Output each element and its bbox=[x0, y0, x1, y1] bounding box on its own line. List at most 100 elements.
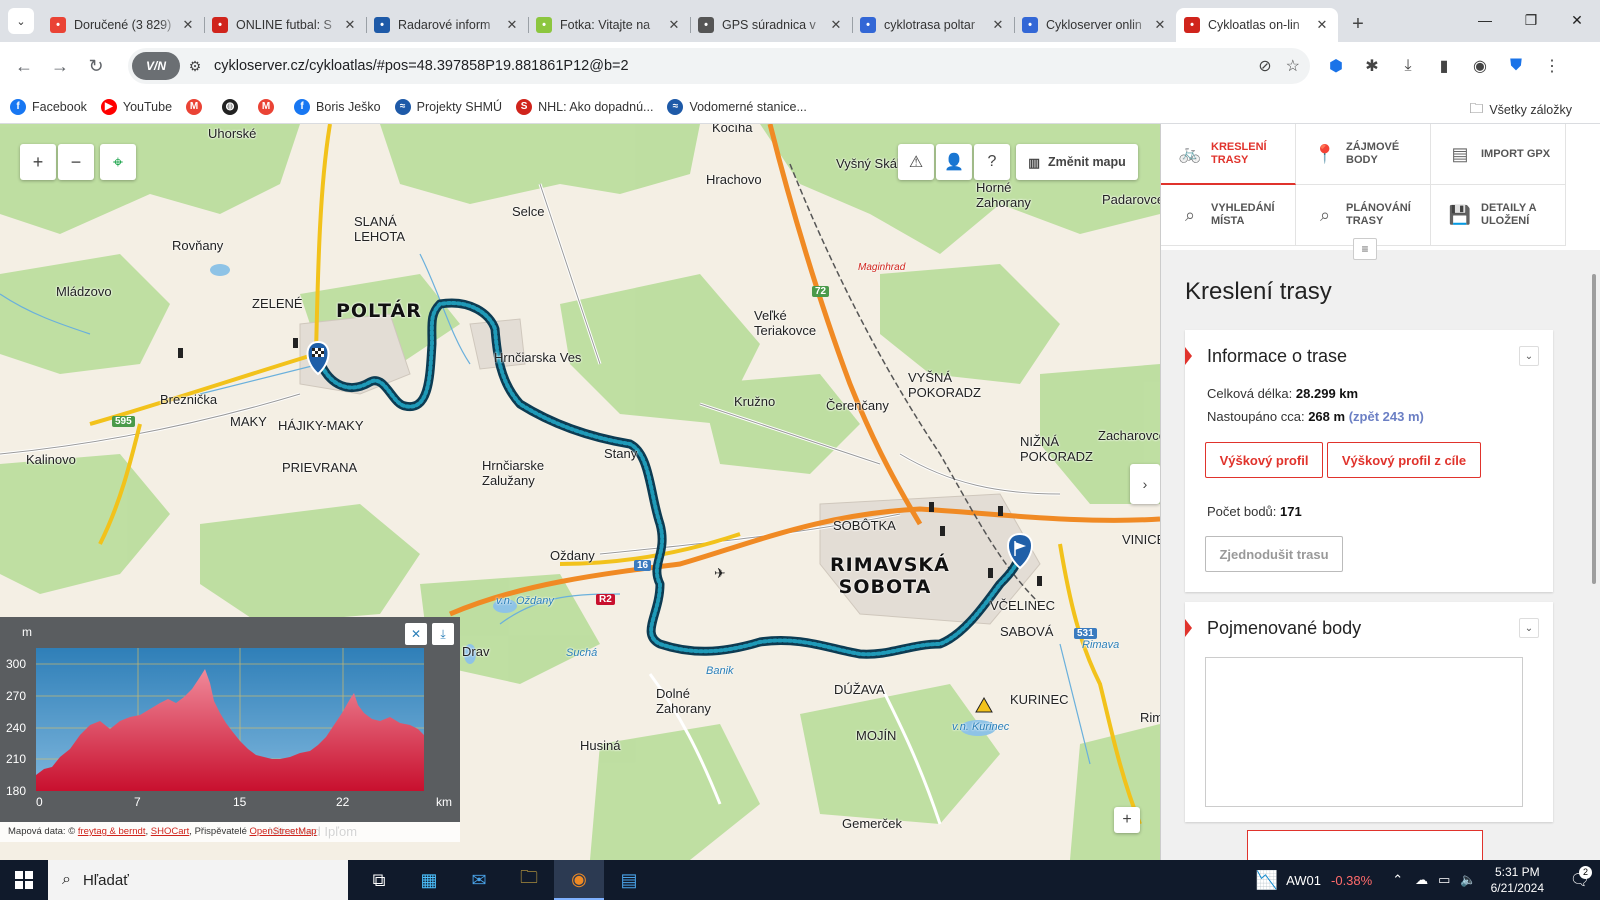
stock-change[interactable]: -0.38% bbox=[1331, 873, 1372, 888]
bookmark-item[interactable]: ▶ YouTube bbox=[100, 98, 172, 115]
task-view-icon[interactable]: ⧉ bbox=[354, 860, 404, 900]
address-bar[interactable]: V/N ⚙ cykloserver.cz/cykloatlas/#pos=48.… bbox=[128, 48, 1310, 84]
tracking-off-icon[interactable]: ⊘ bbox=[1258, 56, 1271, 76]
close-tab-icon[interactable]: ✕ bbox=[504, 17, 520, 33]
bookmark-item[interactable]: S NHL: Ako dopadnú... bbox=[516, 98, 653, 115]
bookmark-item[interactable]: ◍ bbox=[222, 98, 244, 115]
tray-chevron-icon[interactable]: ⌃ bbox=[1392, 872, 1403, 888]
site-settings-icon[interactable]: ⚙ bbox=[180, 58, 210, 75]
attribution-link-osm[interactable]: OpenStreetMap bbox=[250, 826, 317, 837]
close-tab-icon[interactable]: ✕ bbox=[828, 17, 844, 33]
panel-scrollbar[interactable] bbox=[1592, 274, 1596, 584]
change-map-button[interactable]: ▥ Změnit mapu bbox=[1016, 144, 1138, 180]
named-points-list[interactable] bbox=[1205, 657, 1523, 807]
save-icon: 💾 bbox=[1448, 204, 1472, 225]
battery-icon[interactable]: ▭ bbox=[1438, 872, 1450, 888]
bookmark-item[interactable]: ≈ Vodomerné stanice... bbox=[667, 98, 807, 115]
expand-panel-button[interactable]: › bbox=[1130, 464, 1160, 504]
side-panel-icon[interactable]: ▮ bbox=[1426, 48, 1462, 84]
extension-shield-icon[interactable]: ⬢ bbox=[1318, 48, 1354, 84]
warning-button[interactable]: ⚠ bbox=[898, 144, 934, 180]
close-tab-icon[interactable]: ✕ bbox=[1314, 17, 1330, 33]
route-info-heading[interactable]: Informace o trase ⌄ bbox=[1185, 330, 1553, 382]
bookmark-item[interactable]: M bbox=[258, 98, 280, 115]
download-icon[interactable]: ⤓ bbox=[1390, 48, 1426, 84]
back-button[interactable]: ← bbox=[6, 48, 42, 84]
map-place-label: Rimava bbox=[1082, 639, 1120, 651]
bookmark-item[interactable]: f Boris Ješko bbox=[294, 98, 381, 115]
browser-tab[interactable]: • Cykloatlas on-lin ✕ bbox=[1176, 8, 1338, 42]
notepad-icon[interactable]: ▤ bbox=[604, 860, 654, 900]
notifications-button[interactable]: 🗨 2 bbox=[1560, 866, 1600, 890]
minimize-button[interactable]: — bbox=[1462, 0, 1508, 40]
close-tab-icon[interactable]: ✕ bbox=[342, 17, 358, 33]
browser-tab[interactable]: • Cykloserver onlin ✕ bbox=[1014, 8, 1176, 42]
map-place-label: Husiná bbox=[580, 738, 621, 753]
tab-title: Cykloserver onlin bbox=[1046, 18, 1142, 32]
new-tab-button[interactable]: + bbox=[1344, 10, 1372, 38]
panel-menu-item[interactable]: ▤ IMPORT GPX bbox=[1431, 124, 1566, 185]
attribution-link-shocart[interactable]: SHOCart bbox=[151, 826, 190, 837]
start-button[interactable] bbox=[0, 860, 48, 900]
url-text[interactable]: cykloserver.cz/cykloatlas/#pos=48.397858… bbox=[214, 58, 629, 74]
tab-search-button[interactable]: ⌄ bbox=[8, 8, 34, 34]
forward-button[interactable]: → bbox=[42, 48, 78, 84]
store-icon[interactable]: ▦ bbox=[404, 860, 454, 900]
browser-tab[interactable]: • ONLINE futbal: S ✕ bbox=[204, 8, 366, 42]
panel-menu-item[interactable]: 📍 ZÁJMOVÉ BODY bbox=[1296, 124, 1431, 185]
menu-toggle-button[interactable]: ≡ bbox=[1353, 238, 1377, 260]
map-add-button[interactable]: + bbox=[1114, 807, 1140, 833]
bookmark-item[interactable]: M bbox=[186, 98, 208, 115]
elevation-x-tick: 7 bbox=[134, 795, 141, 809]
browser-tab[interactable]: • Radarové inform ✕ bbox=[366, 8, 528, 42]
file-explorer-icon[interactable]: 🗀 bbox=[504, 860, 554, 900]
reload-button[interactable]: ↻ bbox=[78, 48, 114, 84]
simplify-route-button[interactable]: Zjednodušit trasu bbox=[1205, 536, 1343, 572]
search-icon: ⌕ bbox=[1184, 204, 1196, 225]
maximize-button[interactable]: ❐ bbox=[1508, 0, 1554, 40]
zoom-in-button[interactable]: + bbox=[20, 144, 56, 180]
panel-menu-item[interactable]: ⌕ VYHLEDÁNÍ MÍSTA bbox=[1161, 185, 1296, 246]
map-place-label: PRIEVRANA bbox=[282, 460, 358, 475]
browser-tab[interactable]: • Fotka: Vitajte na ✕ bbox=[528, 8, 690, 42]
vpn-shield-icon[interactable]: ⛊ bbox=[1498, 48, 1534, 84]
panel-menu-item[interactable]: 🚲 KRESLENÍ TRASY bbox=[1161, 124, 1296, 185]
all-bookmarks-button[interactable]: 🗀 Všetky záložky bbox=[1469, 98, 1572, 122]
clock[interactable]: 5:31 PM 6/21/2024 bbox=[1491, 864, 1544, 896]
close-tab-icon[interactable]: ✕ bbox=[990, 17, 1006, 33]
panel-red-button-partial[interactable] bbox=[1247, 830, 1483, 860]
onedrive-icon[interactable]: ☁ bbox=[1415, 872, 1428, 888]
close-tab-icon[interactable]: ✕ bbox=[666, 17, 682, 33]
stock-icon[interactable]: 📉 bbox=[1256, 870, 1278, 891]
elevation-profile-from-end-button[interactable]: Výškový profil z cíle bbox=[1327, 442, 1481, 478]
help-button[interactable]: ? bbox=[974, 144, 1010, 180]
browser-tab[interactable]: • GPS súradnica v ✕ bbox=[690, 8, 852, 42]
browser-taskbar-icon[interactable]: ◉ bbox=[554, 860, 604, 900]
browser-tab[interactable]: • Doručené (3 829) ✕ bbox=[42, 8, 204, 42]
chevron-down-icon[interactable]: ⌄ bbox=[1519, 618, 1539, 638]
bookmark-star-icon[interactable]: ☆ bbox=[1286, 56, 1300, 76]
close-window-button[interactable]: ✕ bbox=[1554, 0, 1600, 40]
extensions-puzzle-icon[interactable]: ✱ bbox=[1354, 48, 1390, 84]
zoom-out-button[interactable]: − bbox=[58, 144, 94, 180]
named-points-heading[interactable]: Pojmenované body ⌄ bbox=[1185, 602, 1553, 654]
attribution-link-freytag[interactable]: freytag & berndt bbox=[78, 826, 146, 837]
elevation-profile-button[interactable]: Výškový profil bbox=[1205, 442, 1323, 478]
stock-name[interactable]: AW01 bbox=[1286, 873, 1321, 888]
bookmark-item[interactable]: f Facebook bbox=[10, 98, 87, 115]
close-tab-icon[interactable]: ✕ bbox=[1152, 17, 1168, 33]
browser-tab[interactable]: • cyklotrasa poltar ✕ bbox=[852, 8, 1014, 42]
taskbar-search[interactable]: ⌕ Hľadať bbox=[48, 860, 348, 900]
close-tab-icon[interactable]: ✕ bbox=[180, 17, 196, 33]
bookmark-item[interactable]: ≈ Projekty SHMÚ bbox=[394, 98, 502, 115]
vpn-badge[interactable]: V/N bbox=[132, 52, 180, 80]
locate-me-button[interactable]: ⌖ bbox=[100, 144, 136, 180]
panel-menu-item[interactable]: 💾 DETAILY A ULOŽENÍ bbox=[1431, 185, 1566, 246]
panel-menu-item[interactable]: ⌕ PLÁNOVÁNÍ TRASY bbox=[1296, 185, 1431, 246]
volume-icon[interactable]: 🔈 bbox=[1460, 872, 1476, 888]
chevron-down-icon[interactable]: ⌄ bbox=[1519, 346, 1539, 366]
browser-menu-icon[interactable]: ⋮ bbox=[1534, 48, 1570, 84]
mail-icon[interactable]: ✉ bbox=[454, 860, 504, 900]
user-button[interactable]: 👤 bbox=[936, 144, 972, 180]
profile-avatar-icon[interactable]: ◉ bbox=[1462, 48, 1498, 84]
